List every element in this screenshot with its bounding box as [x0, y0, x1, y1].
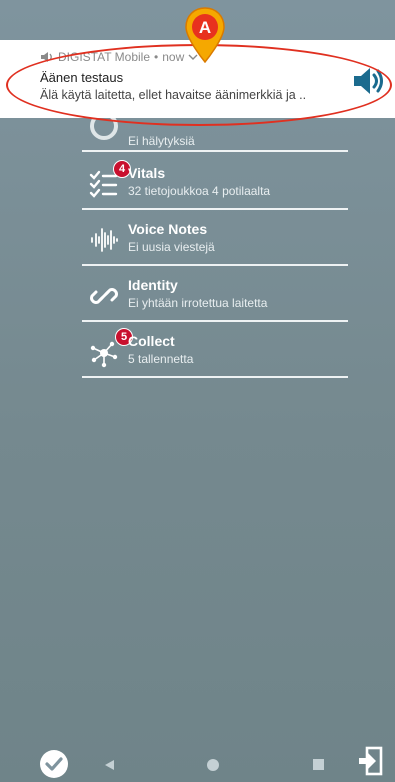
- list-item-subtitle: Ei hälytyksiä: [128, 134, 195, 148]
- list-item-title: Identity: [128, 277, 178, 293]
- list-item-voice-notes[interactable]: Voice Notes Ei uusia viestejä: [82, 210, 348, 266]
- divider: [82, 150, 348, 152]
- list-item-title: Collect: [128, 333, 175, 349]
- nav-back-icon[interactable]: [103, 759, 115, 771]
- list-item-collect[interactable]: 5 Collect 5 tallennetta: [82, 322, 348, 378]
- divider: [82, 376, 348, 378]
- list-item-title: Voice Notes: [128, 221, 208, 237]
- list-item-subtitle: 32 tietojoukkoa 4 potilaalta: [128, 184, 271, 198]
- annotation-marker-label: A: [199, 18, 211, 37]
- list-item-identity[interactable]: Identity Ei yhtään irrotettua laitetta: [82, 266, 348, 322]
- nav-recents-button[interactable]: [313, 759, 324, 770]
- list-item-subtitle: 5 tallennetta: [128, 352, 194, 366]
- list-item-title: Vitals: [128, 165, 166, 181]
- list-item-vitals[interactable]: 4 Vitals 32 tietojoukkoa 4 potilaalta: [82, 154, 348, 210]
- annotation-marker-icon: A: [185, 7, 225, 64]
- link-icon: [90, 288, 118, 304]
- logout-icon[interactable]: [357, 746, 383, 776]
- nav-home-button[interactable]: [207, 759, 219, 771]
- waveform-icon: [91, 228, 118, 252]
- list-item-subtitle: Ei uusia viestejä: [128, 240, 215, 254]
- confirm-check-icon[interactable]: [38, 748, 70, 780]
- list-item-subtitle: Ei yhtään irrotettua laitetta: [128, 296, 268, 310]
